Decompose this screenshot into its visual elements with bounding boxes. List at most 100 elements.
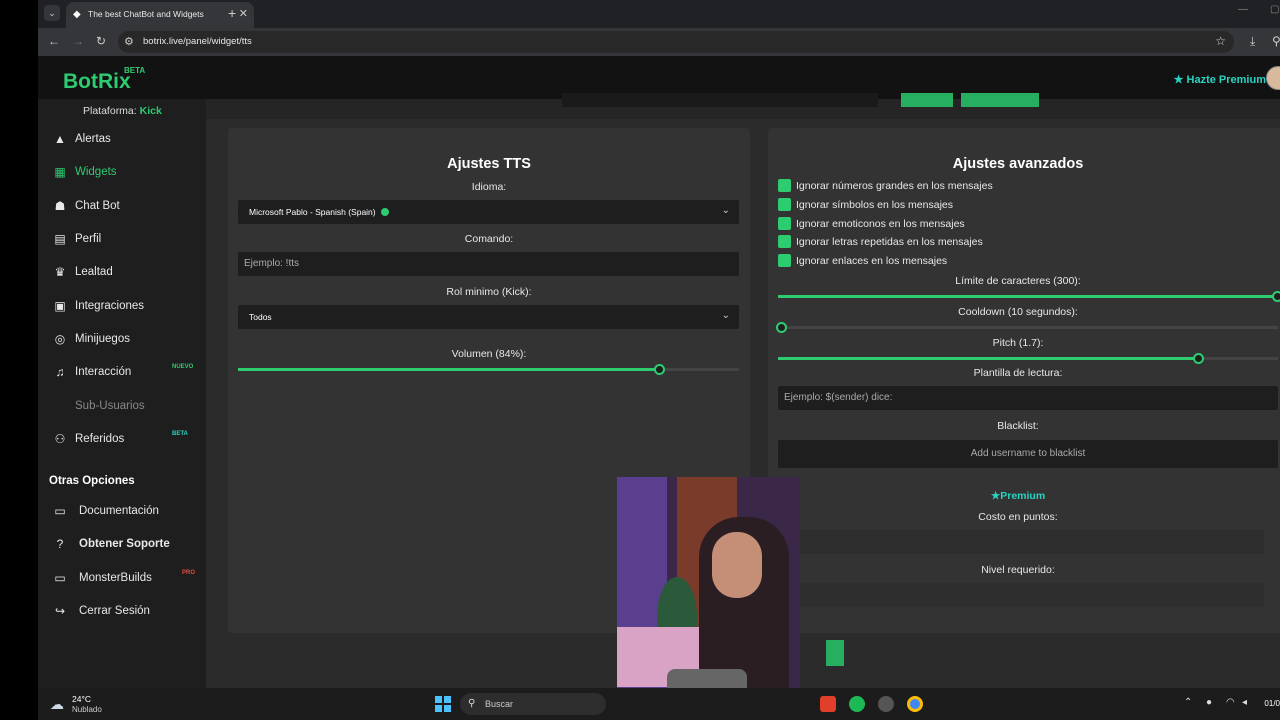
download-icon[interactable]: ⤓	[1250, 34, 1255, 49]
reload-icon[interactable]: ↻	[96, 34, 106, 48]
account-icon[interactable]: ⚲	[1272, 34, 1280, 48]
url-text: botrix.live/panel/widget/tts	[143, 36, 252, 47]
sidebar-item-chat-bot[interactable]: ☗ Chat Bot	[38, 195, 206, 221]
tab-title: The best ChatBot and Widgets	[88, 9, 204, 19]
pitch-label: Pitch (1.7):	[992, 337, 1044, 349]
trophy-icon: ♛	[54, 265, 66, 279]
chrome-icon[interactable]	[907, 696, 923, 712]
cooldown-slider[interactable]	[776, 322, 1278, 333]
plug-icon: ▣	[54, 299, 66, 313]
template-label: Plantilla de lectura:	[973, 367, 1063, 379]
music-icon: ♫	[55, 365, 65, 379]
char-limit-slider[interactable]	[778, 291, 1280, 302]
sidebar-item-label: Perfil	[75, 233, 102, 245]
spotify-icon[interactable]	[849, 696, 865, 712]
role-select-value: Todos	[249, 312, 272, 322]
new-tab-button[interactable]: +	[228, 5, 236, 21]
forward-icon[interactable]: →	[72, 34, 84, 48]
webcam-overlay	[617, 477, 800, 720]
microphone-icon[interactable]: ●	[1206, 697, 1212, 708]
role-select[interactable]: Todos ⌄	[238, 305, 739, 329]
cost-input[interactable]: 0	[778, 530, 1264, 554]
check-label: Ignorar emoticonos en los mensajes	[796, 218, 965, 230]
gamepad-icon: ◎	[54, 332, 66, 346]
volume-slider-fill	[238, 368, 659, 371]
checkbox[interactable]	[778, 235, 791, 248]
check-label: Ignorar números grandes en los mensajes	[796, 180, 993, 192]
botrix-logo[interactable]: BotRix	[63, 70, 131, 94]
omnibox[interactable]: ⚙ botrix.live/panel/widget/tts ☆	[118, 31, 1234, 53]
level-input[interactable]: 0	[778, 583, 1264, 607]
back-icon[interactable]: ←	[48, 34, 60, 48]
check-label: Ignorar símbolos en los mensajes	[796, 199, 953, 211]
advanced-settings-card: Ajustes avanzados Ignorar números grande…	[768, 128, 1280, 633]
tab-close-icon[interactable]: ✕	[239, 7, 248, 20]
language-select-value: Microsoft Pablo - Spanish (Spain)	[249, 207, 389, 217]
clock: 01/0	[1264, 699, 1280, 708]
checkbox[interactable]	[778, 254, 791, 267]
status-dot-icon	[380, 208, 389, 216]
minimize-icon[interactable]: —	[1238, 4, 1248, 15]
image-url-input[interactable]	[562, 93, 878, 107]
sidebar-item-documentacion[interactable]: ▭ Documentación	[38, 500, 206, 526]
char-limit-slider-fill	[778, 295, 1278, 298]
sidebar-item-cerrar-sesion[interactable]: ↪ Cerrar Sesión	[38, 600, 206, 626]
sidebar-item-integraciones[interactable]: ▣ Integraciones	[38, 295, 206, 321]
template-input[interactable]: Ejemplo: $(sender) dice:	[778, 386, 1278, 410]
sidebar-item-label: MonsterBuilds	[79, 572, 152, 584]
sidebar-item-alertas[interactable]: ▲ Alertas	[38, 128, 206, 154]
checkbox[interactable]	[778, 217, 791, 230]
cloud-icon[interactable]: ☁	[50, 696, 64, 713]
sidebar-item-referidos[interactable]: ⚇ Referidos BETA	[38, 428, 206, 454]
taskbar-search[interactable]: ⚲ Buscar	[460, 693, 606, 715]
pitch-slider-thumb[interactable]	[1193, 353, 1204, 364]
sidebar-item-label: Sub-Usuarios	[75, 400, 145, 412]
sidebar-item-monsterbuilds[interactable]: ▭ MonsterBuilds PRO	[38, 567, 206, 593]
tray-chevron-icon[interactable]: ⌃	[1184, 697, 1192, 708]
tab-search-button[interactable]: ⌄	[44, 5, 60, 21]
pitch-slider[interactable]	[778, 353, 1278, 364]
sidebar-item-perfil[interactable]: ▤ Perfil	[38, 228, 206, 254]
sidebar-item-interaccion[interactable]: ♫ Interacción NUEVO	[38, 361, 206, 387]
brave-icon[interactable]	[820, 696, 836, 712]
sidebar-item-minijuegos[interactable]: ◎ Minijuegos	[38, 328, 206, 354]
sidebar-item-lealtad[interactable]: ♛ Lealtad	[38, 261, 206, 287]
sidebar-item-soporte[interactable]: ? Obtener Soporte	[38, 533, 206, 559]
volume-icon[interactable]: ◂	[1242, 697, 1247, 708]
sidebar-item-sub-usuarios[interactable]: Sub-Usuarios	[38, 395, 206, 421]
sidebar-item-widgets[interactable]: ▦ Widgets	[38, 161, 206, 187]
site-info-icon[interactable]: ⚙	[124, 35, 134, 48]
char-limit-slider-thumb[interactable]	[1272, 291, 1280, 302]
volume-slider-thumb[interactable]	[653, 364, 665, 375]
robot-icon: ☗	[54, 199, 66, 213]
language-select[interactable]: Microsoft Pablo - Spanish (Spain) ⌄	[238, 200, 739, 224]
wifi-icon[interactable]: ◠	[1226, 697, 1235, 708]
copy-button[interactable]	[901, 93, 953, 107]
left-black-strip	[0, 0, 38, 720]
new-badge: NUEVO	[172, 364, 194, 370]
sidebar-item-label: Interacción	[75, 366, 132, 378]
checkbox[interactable]	[778, 179, 791, 192]
logout-icon: ↪	[54, 604, 66, 618]
grid-icon: ▦	[54, 165, 66, 179]
preview-button[interactable]	[961, 93, 1039, 107]
command-input[interactable]: Ejemplo: !tts	[238, 252, 739, 276]
sidebar-item-label: Cerrar Sesión	[79, 605, 150, 617]
other-options-heading: Otras Opciones	[49, 475, 135, 487]
avatar[interactable]	[1266, 66, 1280, 90]
cooldown-slider-thumb[interactable]	[776, 322, 787, 333]
pro-badge: PRO	[182, 570, 196, 576]
hazte-premium-link[interactable]: ★ Hazte Premium	[1174, 73, 1266, 86]
volume-slider[interactable]	[238, 364, 739, 375]
windows-start-icon[interactable]	[435, 696, 451, 712]
maximize-icon[interactable]: ▢	[1270, 4, 1279, 15]
active-tab[interactable]: ◆ The best ChatBot and Widgets ✕	[66, 2, 254, 28]
checkbox[interactable]	[778, 198, 791, 211]
search-icon: ⚲	[468, 698, 476, 709]
bookmark-star-icon[interactable]: ☆	[1215, 34, 1226, 48]
blacklist-input[interactable]: Add username to blacklist	[778, 440, 1278, 468]
chevron-down-icon: ⌄	[721, 205, 730, 216]
level-label: Nivel requerido:	[981, 564, 1055, 576]
app-icon[interactable]	[878, 696, 894, 712]
save-button[interactable]	[826, 640, 844, 666]
